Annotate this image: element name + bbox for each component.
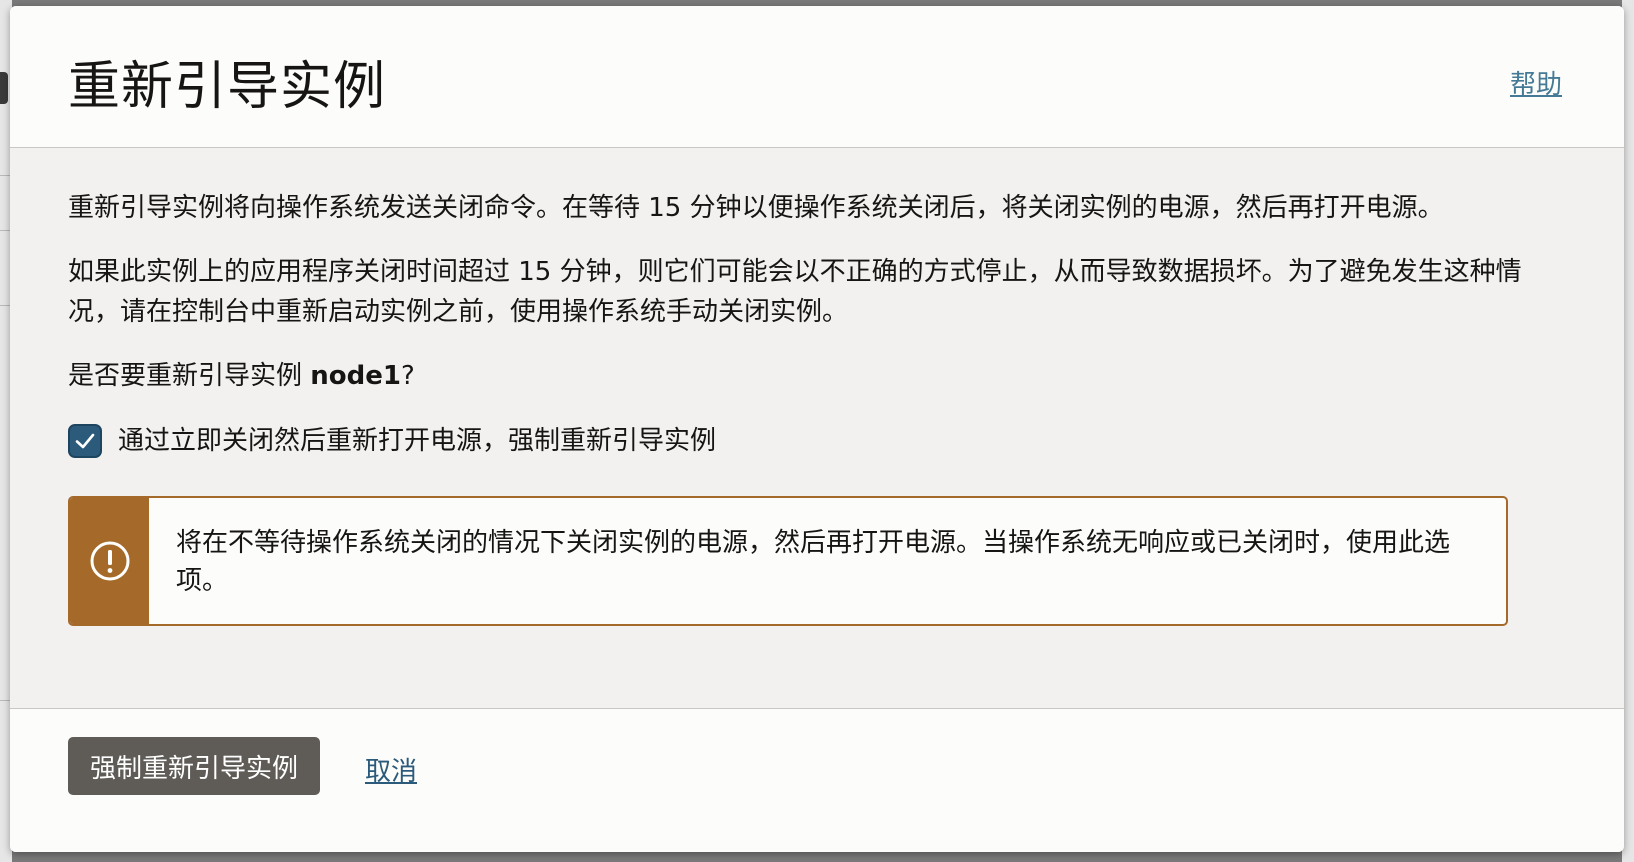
dialog-footer: 强制重新引导实例 取消 — [10, 708, 1624, 852]
cancel-link[interactable]: 取消 — [365, 751, 417, 788]
data-loss-warning-paragraph: 如果此实例上的应用程序关闭时间超过 15 分钟，则它们可能会以不正确的方式停止，… — [68, 257, 1522, 327]
warning-message: 将在不等待操作系统关闭的情况下关闭实例的电源，然后再打开电源。当操作系统无响应或… — [68, 496, 1508, 626]
reboot-instance-dialog: 重新引导实例 帮助 重新引导实例将向操作系统发送关闭命令。在等待 15 分钟以便… — [10, 6, 1624, 852]
force-reboot-checkbox[interactable] — [68, 424, 102, 458]
warning-icon-column — [70, 498, 149, 624]
exclamation-circle-icon — [90, 541, 129, 581]
description-paragraph: 重新引导实例将向操作系统发送关闭命令。在等待 15 分钟以便操作系统关闭后，将关… — [68, 193, 1444, 223]
dialog-title: 重新引导实例 — [68, 57, 387, 117]
question-prefix: 是否要重新引导实例 — [68, 361, 311, 391]
background-tab — [0, 72, 8, 104]
instance-name: node1 — [310, 361, 401, 391]
help-link[interactable]: 帮助 — [1510, 64, 1562, 101]
force-reboot-checkbox-label[interactable]: 通过立即关闭然后重新打开电源，强制重新引导实例 — [118, 421, 716, 461]
force-reboot-option[interactable]: 通过立即关闭然后重新打开电源，强制重新引导实例 — [68, 420, 716, 462]
warning-text: 将在不等待操作系统关闭的情况下关闭实例的电源，然后再打开电源。当操作系统无响应或… — [176, 528, 1451, 596]
question-suffix: ? — [400, 361, 415, 391]
dialog-body: 重新引导实例将向操作系统发送关闭命令。在等待 15 分钟以便操作系统关闭后，将关… — [68, 148, 1568, 708]
force-reboot-button[interactable]: 强制重新引导实例 — [68, 737, 321, 795]
confirm-question: 是否要重新引导实例 node1? — [68, 356, 1568, 396]
checkmark-icon — [75, 433, 95, 449]
dialog-header: 重新引导实例 帮助 — [10, 6, 1624, 148]
